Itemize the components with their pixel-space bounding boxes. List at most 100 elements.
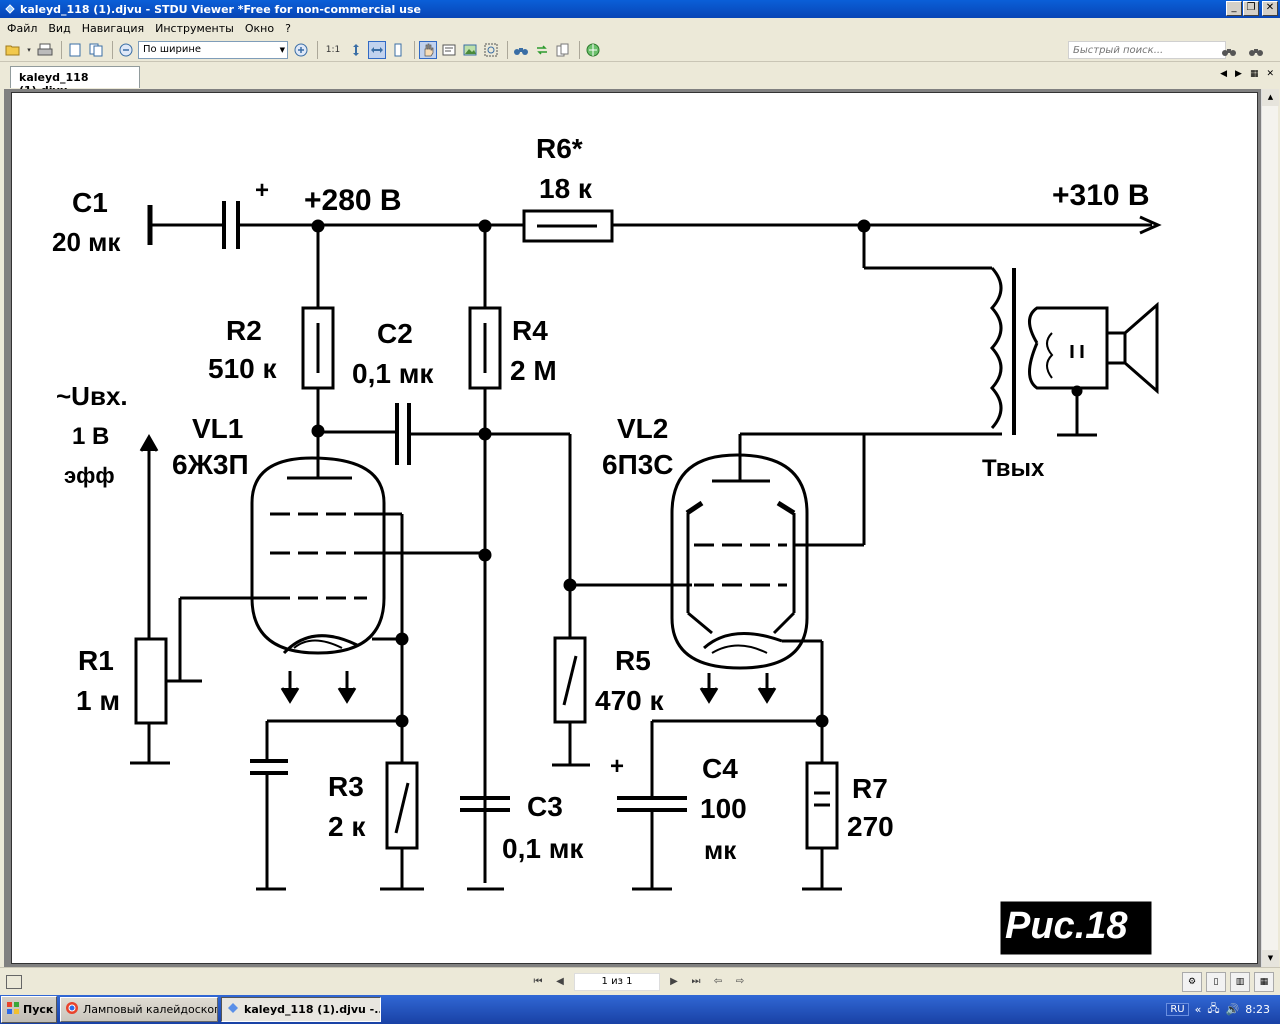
plus-sign-c1: + [255,177,270,204]
single-page-view-icon[interactable]: ▯ [1206,972,1226,992]
r4-value: 2 М [510,355,557,386]
menu-help[interactable]: ? [282,22,299,35]
stdu-icon [226,1001,240,1018]
c1-label: C1 [72,187,108,218]
last-page-icon[interactable]: ⏭ [688,974,704,990]
input-voltage-value: 1 В [72,423,110,450]
fit-height-icon[interactable] [389,41,407,59]
sync-arrows-icon[interactable] [533,41,551,59]
minimize-button[interactable]: _ [1226,1,1242,16]
menu-bar: Файл Вид Навигация Инструменты Окно ? [0,18,1280,38]
chrome-icon [65,1001,79,1018]
status-bar: ⏮ ◀ 1 из 1 ▶ ⏭ ⇦ ⇨ ⚙ ▯ ▥ ▦ [0,967,1280,995]
page-navigation: ⏮ ◀ 1 из 1 ▶ ⏭ ⇦ ⇨ [530,973,748,991]
menu-view[interactable]: Вид [45,22,78,35]
taskbar-item-browser[interactable]: Ламповый калейдоскоп... [60,997,218,1022]
binoculars-icon[interactable] [512,41,530,59]
taskbar-item-label: kaleyd_118 (1).djvu -... [244,1003,381,1016]
r4-label: R4 [512,315,548,346]
next-page-icon[interactable]: ▶ [666,974,682,990]
figure-caption: Рис.18 [1005,905,1128,947]
text-select-icon[interactable] [440,41,458,59]
zoom-out-icon[interactable] [117,41,135,59]
open-folder-icon[interactable] [4,41,22,59]
tab-close-icon[interactable]: ✕ [1266,69,1274,79]
menu-file[interactable]: Файл [4,22,45,35]
input-voltage-label: ~Uвх. [56,381,128,411]
back-icon[interactable]: ⇦ [710,974,726,990]
search-binoculars-icon[interactable] [1220,42,1238,60]
r7-label: R7 [852,773,888,804]
close-button[interactable]: ✕ [1262,1,1278,16]
document-viewport[interactable]: C1 20 мк + +280 В R6* 18 к +310 В R2 510… [4,89,1279,967]
start-button[interactable]: Пуск [1,996,57,1023]
toolbar-separator [112,40,113,59]
taskbar-item-viewer[interactable]: kaleyd_118 (1).djvu -... [221,997,381,1022]
c3-label: C3 [527,791,563,822]
menu-tools[interactable]: Инструменты [152,22,242,35]
voltage-280-label: +280 В [304,184,402,217]
first-page-icon[interactable]: ⏮ [530,974,546,990]
r1-value: 1 м [76,685,121,716]
hand-tool-icon[interactable] [419,40,437,59]
zoom-area-icon[interactable] [482,41,500,59]
r1-label: R1 [78,645,114,676]
r6-value: 18 к [539,173,592,204]
vertical-scrollbar[interactable]: ▲ ▼ [1261,89,1279,967]
transformer-label: Твых [982,455,1045,482]
volume-icon[interactable]: 🔊 [1226,1003,1240,1016]
web-globe-icon[interactable] [584,41,602,59]
document-tabstrip: kaleyd_118 (1).djvu ◀ ▶ ▦ ✕ [0,63,1280,97]
scroll-down-icon[interactable]: ▼ [1262,950,1279,967]
tab-scroll-right-icon[interactable]: ▶ [1235,69,1242,79]
r5-value: 470 к [595,685,664,716]
vl2-label: VL2 [617,413,669,444]
print-icon[interactable] [36,41,54,59]
c2-value: 0,1 мк [352,358,434,389]
prev-page-icon[interactable]: ◀ [552,974,568,990]
window-title: kaleyd_118 (1).djvu - STDU Viewer *Free … [20,2,421,16]
scroll-up-icon[interactable]: ▲ [1262,89,1279,106]
vl1-label: VL1 [192,413,244,444]
c1-value: 20 мк [52,227,121,257]
search-next-icon[interactable] [1247,42,1265,60]
c4-label: C4 [702,753,738,784]
grid-view-icon[interactable]: ▦ [1254,972,1274,992]
pages-icon[interactable] [554,41,572,59]
copy-page-icon[interactable] [87,41,105,59]
system-tray: RU « 🖧 🔊 8:23 [1162,996,1280,1023]
actual-size-button[interactable]: 1:1 [322,41,344,59]
menu-navigation[interactable]: Навигация [79,22,152,35]
tray-expand-icon[interactable]: « [1195,1003,1202,1016]
c4-value: 100 [700,793,747,824]
menu-window[interactable]: Окно [242,22,282,35]
c3-value: 0,1 мк [502,833,584,864]
maximize-button[interactable]: ❐ [1243,1,1259,16]
r6-label: R6* [536,133,583,164]
dropdown-arrow-icon[interactable]: ▾ [25,41,33,59]
r5-label: R5 [615,645,651,676]
quick-search-input[interactable] [1068,41,1226,59]
toolbar: ▾ По ширине ▼ 1:1 [0,38,1280,62]
language-indicator[interactable]: RU [1166,1003,1189,1016]
title-bar: kaleyd_118 (1).djvu - STDU Viewer *Free … [0,0,1280,18]
page-indicator[interactable]: 1 из 1 [574,973,660,991]
fit-page-icon[interactable] [347,41,365,59]
tab-document[interactable]: kaleyd_118 (1).djvu [10,66,140,97]
zoom-in-icon[interactable] [292,41,310,59]
settings-gear-icon[interactable]: ⚙ [1182,972,1202,992]
two-page-view-icon[interactable]: ▥ [1230,972,1250,992]
toolbar-separator [414,40,415,59]
network-icon[interactable]: 🖧 [1207,1000,1219,1019]
sidebar-toggle-icon[interactable] [6,975,22,989]
taskbar: Пуск Ламповый калейдоскоп... kaleyd_118 … [0,995,1280,1024]
start-label: Пуск [23,1003,54,1016]
fit-width-icon[interactable] [368,40,386,59]
toolbar-separator [507,40,508,59]
forward-icon[interactable]: ⇨ [732,974,748,990]
page-setup-icon[interactable] [66,41,84,59]
tab-scroll-left-icon[interactable]: ◀ [1220,69,1227,79]
tab-list-icon[interactable]: ▦ [1250,69,1259,79]
image-select-icon[interactable] [461,41,479,59]
zoom-select[interactable]: По ширине ▼ [138,40,288,59]
